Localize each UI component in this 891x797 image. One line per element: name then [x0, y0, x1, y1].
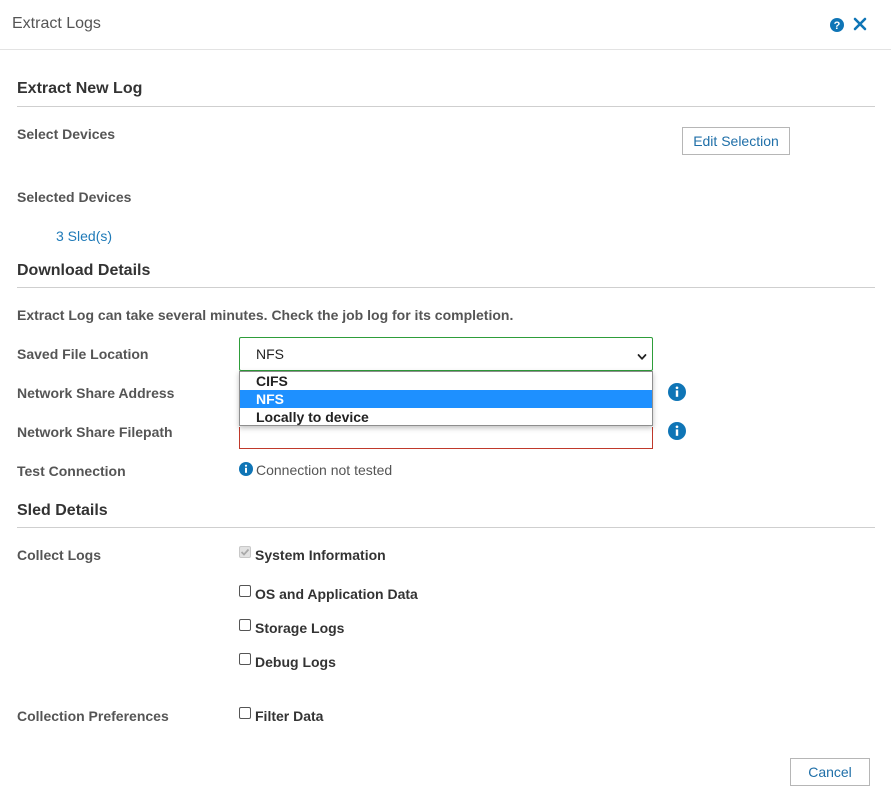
debug-logs-label: Debug Logs — [255, 654, 336, 670]
dialog-title: Extract Logs — [12, 15, 101, 32]
info-icon[interactable] — [668, 422, 686, 443]
debug-logs-checkbox[interactable] — [239, 653, 251, 665]
saved-file-location-select[interactable]: NFS — [239, 337, 653, 371]
collection-preferences-label: Collection Preferences — [17, 708, 169, 724]
filter-data-checkbox[interactable] — [239, 707, 251, 719]
system-information-label: System Information — [255, 547, 386, 563]
section-divider — [17, 527, 875, 528]
network-share-address-label: Network Share Address — [17, 385, 175, 401]
connection-status: Connection not tested — [256, 462, 393, 478]
dropdown-option-cifs[interactable]: CIFS — [240, 372, 652, 390]
chevron-down-icon — [637, 349, 647, 365]
extract-log-note: Extract Log can take several minutes. Ch… — [17, 307, 514, 323]
filter-data-label: Filter Data — [255, 708, 324, 724]
os-and-application-data-checkbox[interactable] — [239, 585, 251, 597]
section-divider — [17, 106, 875, 107]
select-devices-label: Select Devices — [17, 126, 116, 142]
dialog-header: Extract Logs ? — [0, 0, 891, 50]
close-icon[interactable] — [852, 16, 868, 35]
saved-file-location-label: Saved File Location — [17, 346, 149, 362]
os-and-application-data-label: OS and Application Data — [255, 586, 418, 602]
cancel-button[interactable]: Cancel — [790, 758, 870, 786]
extract-new-log-title: Extract New Log — [17, 80, 143, 97]
info-icon — [239, 462, 253, 479]
selected-devices-label: Selected Devices — [17, 189, 132, 205]
test-connection-label: Test Connection — [17, 463, 126, 479]
section-divider — [17, 287, 875, 288]
edit-selection-button[interactable]: Edit Selection — [682, 127, 790, 155]
network-share-filepath-input[interactable] — [239, 427, 653, 449]
sled-details-title: Sled Details — [17, 502, 108, 519]
network-share-filepath-label: Network Share Filepath — [17, 424, 173, 440]
dropdown-option-locally-to-device[interactable]: Locally to device — [240, 408, 652, 426]
help-icon[interactable]: ? — [829, 17, 845, 36]
system-information-checkbox — [239, 546, 251, 558]
collect-logs-label: Collect Logs — [17, 547, 102, 563]
saved-file-location-dropdown: CIFS NFS Locally to device — [239, 371, 653, 426]
saved-file-location-value: NFS — [256, 346, 284, 362]
info-icon[interactable] — [668, 383, 686, 404]
storage-logs-checkbox[interactable] — [239, 619, 251, 631]
storage-logs-label: Storage Logs — [255, 620, 345, 636]
svg-text:?: ? — [834, 20, 841, 32]
selected-devices-link[interactable]: 3 Sled(s) — [56, 228, 112, 244]
download-details-title: Download Details — [17, 262, 151, 279]
dropdown-option-nfs[interactable]: NFS — [240, 390, 652, 408]
